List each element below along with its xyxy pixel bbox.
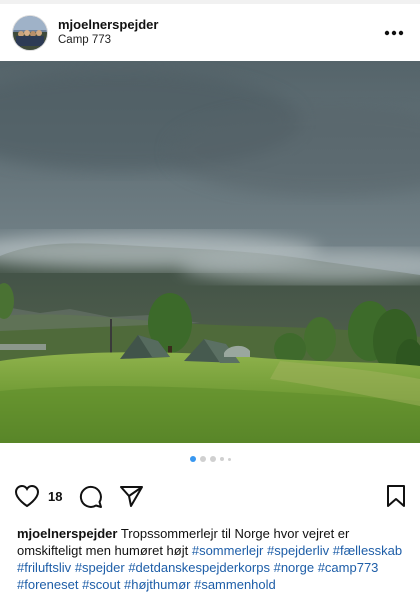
hashtag[interactable]: #sammenhold — [194, 577, 276, 592]
comment-icon[interactable] — [78, 484, 103, 509]
post-username[interactable]: mjoelnerspejder — [58, 17, 380, 33]
more-options-icon[interactable] — [380, 19, 408, 47]
carousel-dot[interactable] — [219, 457, 224, 461]
like-count[interactable]: 18 — [48, 489, 62, 504]
hashtag[interactable]: #spejder — [75, 560, 125, 575]
hashtag[interactable]: #spejderliv — [267, 543, 329, 558]
hashtag[interactable]: #sommerlejr — [192, 543, 264, 558]
post-image[interactable] — [0, 61, 420, 443]
carousel-dot[interactable] — [227, 457, 231, 461]
heart-icon[interactable] — [14, 484, 40, 508]
hashtag[interactable]: #camp773 — [318, 560, 379, 575]
hashtag[interactable]: #højthumør — [124, 577, 190, 592]
paper-plane-icon[interactable] — [119, 485, 144, 508]
hashtag[interactable]: #detdanskespejderkorps — [128, 560, 270, 575]
carousel-dot[interactable] — [209, 456, 216, 462]
avatar[interactable] — [12, 14, 48, 51]
hashtag[interactable]: #norge — [274, 560, 314, 575]
post-caption: mjoelnerspejder Tropssommerlejr til Norg… — [0, 517, 420, 593]
post-header: mjoelnerspejder Camp 773 — [0, 4, 420, 61]
hashtag[interactable]: #foreneset — [17, 577, 78, 592]
carousel-dot[interactable] — [189, 456, 196, 462]
post-actions: 18 — [0, 475, 420, 517]
hashtag[interactable]: #fællesskab — [333, 543, 402, 558]
caption-username[interactable]: mjoelnerspejder — [17, 526, 117, 541]
carousel-dot[interactable] — [199, 456, 206, 462]
bookmark-icon[interactable] — [386, 484, 406, 508]
hashtag[interactable]: #scout — [82, 577, 120, 592]
hashtag[interactable]: #friluftsliv — [17, 560, 71, 575]
carousel-indicator — [0, 443, 420, 475]
post-location[interactable]: Camp 773 — [58, 34, 380, 48]
